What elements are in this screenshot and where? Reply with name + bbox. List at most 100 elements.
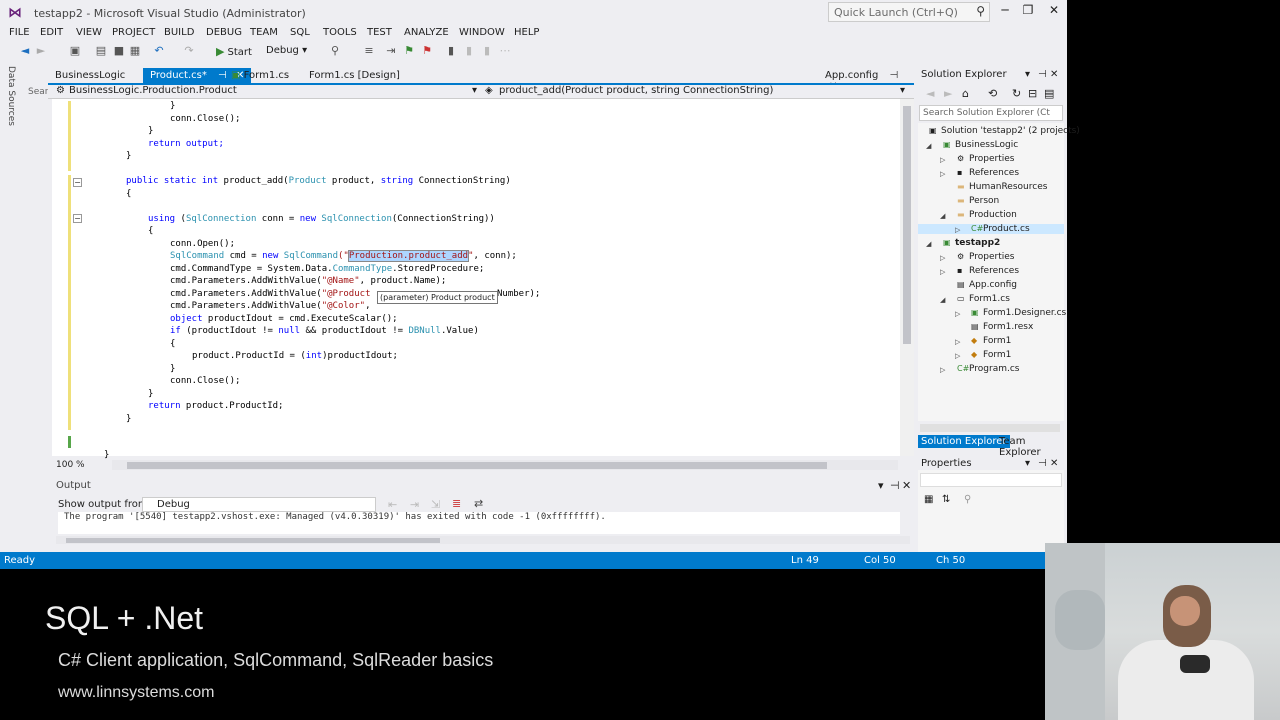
tree-item[interactable]: ▪ References <box>957 266 1019 276</box>
expand-arrow-icon[interactable]: ▷ <box>940 268 945 276</box>
align-icon[interactable]: ≡ <box>362 44 376 58</box>
menu-window[interactable]: WINDOW <box>459 27 505 38</box>
expand-arrow-icon[interactable]: ▷ <box>940 366 945 374</box>
goto-prev-message-icon[interactable]: ⇤ <box>388 498 397 511</box>
data-sources-tab[interactable]: Data Sources <box>6 66 16 126</box>
menu-help[interactable]: HELP <box>514 27 539 38</box>
class-dropdown-arrow-icon[interactable]: ▾ <box>472 85 477 96</box>
pin-icon[interactable]: ⊣ <box>1038 458 1047 469</box>
alphabetical-icon[interactable]: ⇅ <box>942 494 950 505</box>
sync-icon[interactable]: ⟲ <box>988 87 997 100</box>
tree-item[interactable]: C#Program.cs <box>957 364 1019 374</box>
menu-debug[interactable]: DEBUG <box>206 27 242 38</box>
restore-icon[interactable]: ❐ <box>1016 3 1040 21</box>
tree-item-selected[interactable]: C#Product.cs <box>918 224 1064 234</box>
menu-tools[interactable]: TOOLS <box>323 27 357 38</box>
tree-item[interactable]: ⚙ Properties <box>957 154 1014 164</box>
tree-item[interactable]: ⚙ Properties <box>957 252 1014 262</box>
solution-explorer-scrollbar[interactable] <box>920 424 1060 432</box>
menu-build[interactable]: BUILD <box>164 27 194 38</box>
expand-arrow-icon[interactable]: ▷ <box>955 310 960 318</box>
pin-icon[interactable]: ⊣ <box>890 70 899 81</box>
tree-item[interactable]: ▭ Form1.cs <box>957 294 1010 304</box>
editor-horizontal-scroll-thumb[interactable] <box>127 462 827 469</box>
quick-launch-input[interactable]: Quick Launch (Ctrl+Q) ⚲ <box>828 2 990 22</box>
member-dropdown[interactable]: product_add(Product product, string Conn… <box>499 85 773 96</box>
forward-icon[interactable]: ► <box>944 87 952 100</box>
menu-team[interactable]: TEAM <box>250 27 278 38</box>
clear-all-icon[interactable]: ≣ <box>452 497 461 510</box>
back-icon[interactable]: ◄ <box>18 44 32 58</box>
output-scroll-thumb[interactable] <box>66 538 440 543</box>
tree-item[interactable]: ▣ Solution 'testapp2' (2 projects) <box>929 126 1080 136</box>
dropdown-icon[interactable]: ▾ <box>1025 458 1030 469</box>
goto-next-message-icon[interactable]: ⇥ <box>410 498 419 511</box>
properties-icon[interactable]: ▤ <box>1044 87 1054 100</box>
pin-icon[interactable]: ⊣ <box>890 479 900 492</box>
expand-arrow-icon[interactable]: ▷ <box>940 254 945 262</box>
tree-item[interactable]: ◆ Form1 <box>971 336 1011 346</box>
save-icon[interactable]: ■ <box>112 44 126 58</box>
solution-explorer-search[interactable]: Search Solution Explorer (Ct <box>919 105 1063 121</box>
find-icon[interactable]: ⚲ <box>328 44 342 58</box>
tree-item[interactable]: ▬ Person <box>957 196 999 206</box>
dropdown-icon[interactable]: ▾ <box>878 479 884 492</box>
menu-view[interactable]: VIEW <box>76 27 102 38</box>
expand-arrow-icon[interactable]: ▷ <box>940 156 945 164</box>
collapse-arrow-icon[interactable]: ◢ <box>926 142 931 150</box>
menu-analyze[interactable]: ANALYZE <box>404 27 449 38</box>
collapse-icon[interactable]: − <box>73 178 82 187</box>
undo-icon[interactable]: ↶ <box>152 44 166 58</box>
properties-object-select[interactable] <box>920 473 1062 487</box>
zoom-level[interactable]: 100 % <box>56 460 85 470</box>
indent-icon[interactable]: ⇥ <box>384 44 398 58</box>
toolbar-overflow-icon[interactable]: ⋯ <box>498 44 512 58</box>
start-button[interactable]: ▶ Start <box>216 45 252 58</box>
menu-sql[interactable]: SQL <box>290 27 310 38</box>
tree-item[interactable]: ▣ BusinessLogic <box>943 140 1018 150</box>
tree-item[interactable]: ▪ References <box>957 168 1019 178</box>
tab-form1-design[interactable]: Form1.cs [Design] <box>302 68 407 84</box>
menu-file[interactable]: FILE <box>9 27 30 38</box>
collapse-icon[interactable]: − <box>73 214 82 223</box>
solution-config-select[interactable]: Debug ▾ <box>264 44 316 59</box>
expand-arrow-icon[interactable]: ▷ <box>955 338 960 346</box>
close-icon[interactable]: ✕ <box>1042 3 1066 21</box>
tab-team-explorer[interactable]: Team Explorer <box>996 435 1064 459</box>
close-icon[interactable]: ✕ <box>1050 458 1058 469</box>
open-file-icon[interactable]: ▤ <box>94 44 108 58</box>
new-project-icon[interactable]: ▣ <box>68 44 82 58</box>
expand-arrow-icon[interactable]: ▷ <box>955 226 960 234</box>
forward-icon[interactable]: ► <box>34 44 48 58</box>
menu-edit[interactable]: EDIT <box>40 27 63 38</box>
close-icon[interactable]: ✕ <box>902 479 911 492</box>
tree-item[interactable]: ▬ Production <box>957 210 1017 220</box>
close-icon[interactable]: ✕ <box>1050 69 1058 80</box>
member-dropdown-arrow-icon[interactable]: ▾ <box>900 85 905 96</box>
tree-item[interactable]: ▣ testapp2 <box>943 238 1000 248</box>
back-icon[interactable]: ◄ <box>926 87 934 100</box>
tree-item[interactable]: ▤ Form1.resx <box>971 322 1033 332</box>
tab-businesslogic[interactable]: BusinessLogic <box>48 68 132 84</box>
refresh-icon[interactable]: ↻ <box>1012 87 1021 100</box>
find-message-icon[interactable]: ⇲ <box>431 498 440 511</box>
tree-item[interactable]: ◆ Form1 <box>971 350 1011 360</box>
property-pages-icon[interactable]: ⚲ <box>964 494 971 505</box>
menu-project[interactable]: PROJECT <box>112 27 155 38</box>
dropdown-icon[interactable]: ▾ <box>1025 69 1030 80</box>
pin-icon[interactable]: ⊣ <box>1038 69 1047 80</box>
editor-vertical-scroll-thumb[interactable] <box>903 106 911 344</box>
bookmark-clear-icon[interactable]: ⚑ <box>420 44 434 58</box>
tree-item[interactable]: ▤ App.config <box>957 280 1017 290</box>
tab-form1-cs[interactable]: ▣ Form1.cs <box>224 68 296 84</box>
collapse-arrow-icon[interactable]: ◢ <box>940 212 945 220</box>
minimize-icon[interactable]: ─ <box>993 3 1017 21</box>
output-source-select[interactable]: Debug <box>142 497 376 512</box>
expand-arrow-icon[interactable]: ▷ <box>955 352 960 360</box>
next-bookmark-icon[interactable]: ▮ <box>480 44 494 58</box>
collapse-all-icon[interactable]: ⊟ <box>1028 87 1037 100</box>
menu-test[interactable]: TEST <box>367 27 392 38</box>
save-all-icon[interactable]: ▦ <box>128 44 142 58</box>
collapse-arrow-icon[interactable]: ◢ <box>940 296 945 304</box>
bookmark-next-icon[interactable]: ⚑ <box>402 44 416 58</box>
